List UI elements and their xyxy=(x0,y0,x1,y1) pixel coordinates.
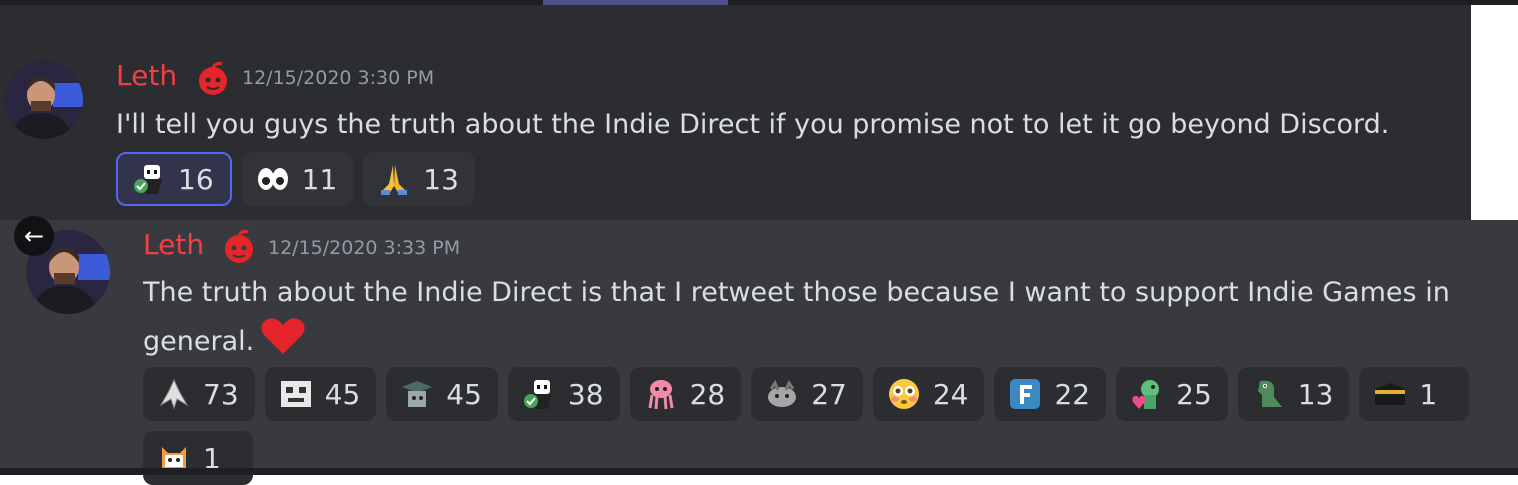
pixel-face-emoji xyxy=(279,377,313,411)
username[interactable]: Leth xyxy=(116,59,177,92)
reaction-count: 13 xyxy=(1297,377,1334,411)
reaction-count: 38 xyxy=(567,377,604,411)
reaction-count: 16 xyxy=(178,162,214,196)
folded-hands-emoji xyxy=(377,162,411,196)
reaction-green-heart-character[interactable]: 25 xyxy=(1116,367,1228,421)
message-text: I'll tell you guys the truth about the I… xyxy=(116,109,1390,140)
reaction-count: 24 xyxy=(932,377,969,411)
reaction-green-dino[interactable]: 13 xyxy=(1237,367,1350,421)
winged-emblem-emoji xyxy=(157,377,191,411)
kaaba-emoji xyxy=(1373,377,1407,411)
timestamp: 12/15/2020 3:33 PM xyxy=(268,237,461,259)
reaction-eyes[interactable]: 11 xyxy=(241,152,354,206)
message-text: The truth about the Indie Direct is that… xyxy=(143,277,1450,357)
reaction-count: 11 xyxy=(301,162,338,196)
green-dino-emoji xyxy=(1252,377,1286,411)
reaction-count: 27 xyxy=(811,377,847,411)
avatar[interactable] xyxy=(5,61,83,139)
reaction-count: 28 xyxy=(689,377,726,411)
reaction-pixel-face[interactable]: 45 xyxy=(264,367,377,421)
message-1: Leth 12/15/2020 3:30 PM I'll tell you gu… xyxy=(0,5,1471,220)
role-badge-icon xyxy=(195,60,231,100)
reaction-orange-cat[interactable]: 1 xyxy=(143,431,253,485)
reaction-count: 45 xyxy=(324,377,361,411)
reaction-kaaba[interactable]: 1 xyxy=(1359,367,1470,421)
reactions: 16 11 13 xyxy=(116,152,475,206)
pink-squid-emoji xyxy=(644,377,678,411)
eyes-emoji xyxy=(256,162,290,196)
timestamp: 12/15/2020 3:30 PM xyxy=(242,67,435,89)
reaction-count: 13 xyxy=(423,162,459,196)
gray-creature-emoji xyxy=(765,377,799,411)
bottom-bar xyxy=(0,468,1518,475)
flushed-face-emoji xyxy=(887,377,921,411)
reaction-grad-cap[interactable]: 45 xyxy=(386,367,498,421)
reaction-count: 25 xyxy=(1176,377,1212,411)
reaction-checkmark-figure[interactable]: 16 xyxy=(116,152,232,206)
grad-cap-emoji xyxy=(400,377,434,411)
message-2: Leth 12/15/2020 3:33 PM The truth about … xyxy=(0,220,1518,485)
message-content: The truth about the Indie Direct is that… xyxy=(143,270,1508,371)
reaction-count: 22 xyxy=(1054,377,1091,411)
reaction-winged-emblem[interactable]: 73 xyxy=(143,367,255,421)
reaction-gray-creature[interactable]: 27 xyxy=(751,367,863,421)
back-arrow-icon[interactable]: ← xyxy=(14,216,54,256)
reaction-count: 1 xyxy=(1419,377,1438,411)
reaction-pink-squid[interactable]: 28 xyxy=(629,367,742,421)
username[interactable]: Leth xyxy=(143,228,204,261)
checkmark-figure-emoji xyxy=(522,377,556,411)
red-heart-emoji xyxy=(260,316,306,371)
checkmark-figure-emoji xyxy=(132,162,166,196)
green-heart-character-emoji xyxy=(1130,377,1164,411)
reaction-flushed-face[interactable]: 24 xyxy=(872,367,985,421)
reaction-folded-hands[interactable]: 13 xyxy=(363,152,475,206)
message-content: I'll tell you guys the truth about the I… xyxy=(116,102,1456,148)
reaction-count: 45 xyxy=(446,377,482,411)
letter-f-emoji xyxy=(1008,377,1042,411)
role-badge-icon xyxy=(221,228,257,268)
reaction-checkmark-figure[interactable]: 38 xyxy=(507,367,620,421)
reaction-count: 73 xyxy=(203,377,239,411)
reaction-letter-f[interactable]: 22 xyxy=(994,367,1107,421)
